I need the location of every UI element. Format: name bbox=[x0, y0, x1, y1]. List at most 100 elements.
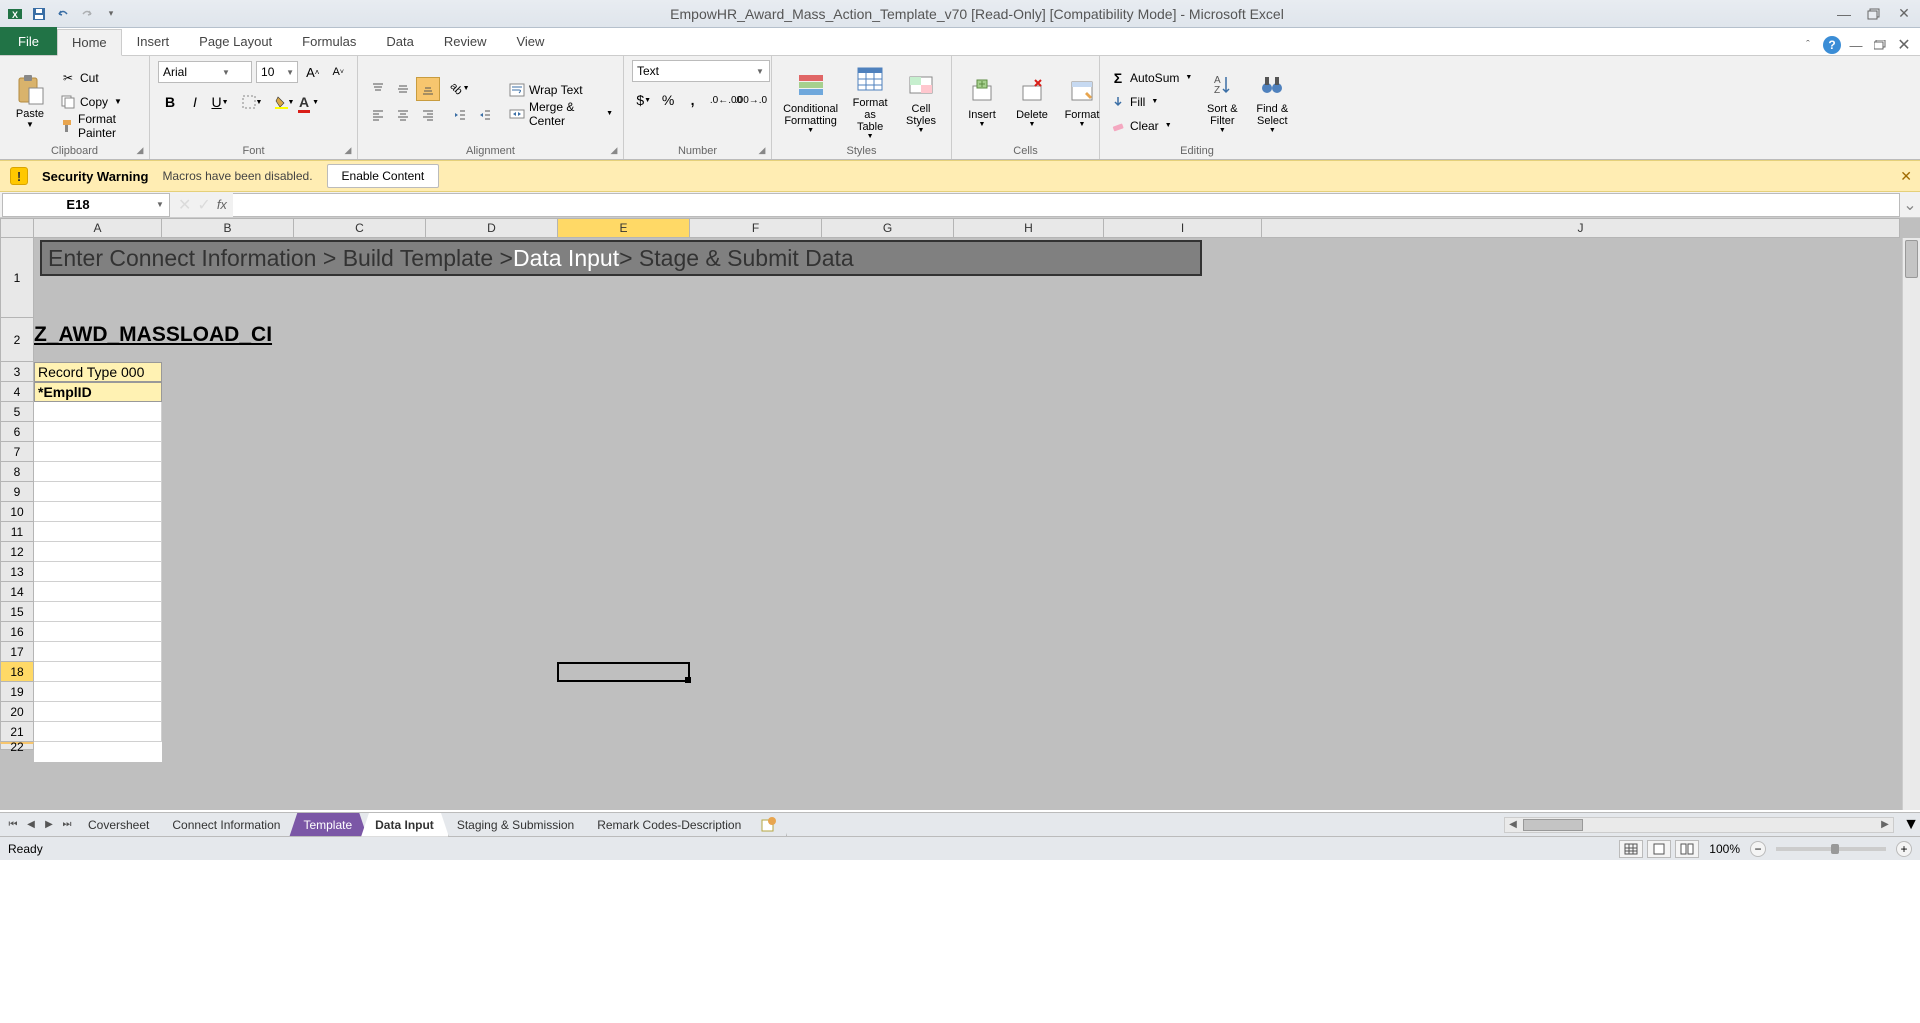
format-painter-button[interactable]: Format Painter bbox=[58, 115, 141, 137]
col-header[interactable]: A bbox=[34, 218, 162, 238]
merge-center-button[interactable]: Merge & Center▼ bbox=[507, 103, 615, 125]
redo-icon[interactable] bbox=[76, 3, 98, 25]
sheet-tab-coversheet[interactable]: Coversheet bbox=[74, 813, 164, 837]
page-break-view-button[interactable] bbox=[1675, 840, 1699, 858]
tab-insert[interactable]: Insert bbox=[122, 28, 185, 55]
tab-file[interactable]: File bbox=[0, 27, 57, 55]
expand-formula-icon[interactable]: ⌄ bbox=[1900, 195, 1920, 215]
row-header[interactable]: 17 bbox=[0, 642, 34, 662]
copy-button[interactable]: Copy▼ bbox=[58, 91, 141, 113]
cell-emplid-header[interactable]: *EmplID bbox=[34, 382, 162, 402]
row-header[interactable]: 5 bbox=[0, 402, 34, 422]
percent-button[interactable]: % bbox=[656, 88, 679, 112]
prev-sheet-icon[interactable]: ◀ bbox=[22, 816, 40, 834]
row-header[interactable]: 19 bbox=[0, 682, 34, 702]
last-sheet-icon[interactable]: ⏭ bbox=[58, 816, 76, 834]
row-header[interactable]: 2 bbox=[0, 318, 34, 362]
formula-input[interactable] bbox=[233, 193, 1900, 217]
fx-icon[interactable]: fx bbox=[217, 197, 227, 212]
zoom-in-button[interactable]: + bbox=[1896, 841, 1912, 857]
number-launcher-icon[interactable]: ◢ bbox=[755, 143, 769, 157]
tab-review[interactable]: Review bbox=[429, 28, 502, 55]
font-size-input[interactable] bbox=[257, 65, 283, 79]
row-header[interactable]: 12 bbox=[0, 542, 34, 562]
increase-indent-button[interactable] bbox=[473, 103, 497, 127]
row-header[interactable]: 13 bbox=[0, 562, 34, 582]
font-launcher-icon[interactable]: ◢ bbox=[341, 143, 355, 157]
save-icon[interactable] bbox=[28, 3, 50, 25]
decrease-indent-button[interactable] bbox=[448, 103, 472, 127]
close-security-icon[interactable]: ✕ bbox=[1900, 168, 1912, 185]
fill-handle[interactable] bbox=[685, 677, 691, 683]
select-all-corner[interactable] bbox=[0, 218, 34, 238]
cut-button[interactable]: ✂Cut bbox=[58, 67, 141, 89]
row-header[interactable]: 6 bbox=[0, 422, 34, 442]
zoom-slider[interactable] bbox=[1776, 847, 1886, 851]
row-header[interactable]: 8 bbox=[0, 462, 34, 482]
close-button[interactable]: ✕ bbox=[1892, 5, 1916, 23]
alignment-launcher-icon[interactable]: ◢ bbox=[607, 143, 621, 157]
sheet-tab-template[interactable]: Template bbox=[289, 813, 367, 837]
tab-view[interactable]: View bbox=[501, 28, 559, 55]
comma-button[interactable]: , bbox=[681, 88, 704, 112]
excel-icon[interactable]: X bbox=[4, 3, 26, 25]
col-header[interactable]: B bbox=[162, 218, 294, 238]
align-bottom-button[interactable] bbox=[416, 77, 440, 101]
font-color-button[interactable]: A▼ bbox=[297, 90, 321, 114]
row-header[interactable]: 20 bbox=[0, 702, 34, 722]
empty-column-cells[interactable] bbox=[34, 402, 162, 762]
scrollbar-thumb[interactable] bbox=[1905, 240, 1918, 278]
cell-styles-button[interactable]: Cell Styles▼ bbox=[899, 60, 943, 143]
row-header[interactable]: 9 bbox=[0, 482, 34, 502]
delete-button[interactable]: Delete▼ bbox=[1010, 60, 1054, 143]
wrap-text-button[interactable]: Wrap Text bbox=[507, 79, 615, 101]
row-header[interactable]: 22 bbox=[0, 742, 34, 750]
scroll-left-icon[interactable]: ◀ bbox=[1505, 819, 1521, 830]
col-header[interactable]: G bbox=[822, 218, 954, 238]
font-name-combo[interactable]: ▼ bbox=[158, 61, 252, 83]
zoom-out-button[interactable]: − bbox=[1750, 841, 1766, 857]
tab-formulas[interactable]: Formulas bbox=[287, 28, 371, 55]
enable-content-button[interactable]: Enable Content bbox=[327, 164, 440, 188]
first-sheet-icon[interactable]: ⏮ bbox=[4, 816, 22, 834]
fill-color-button[interactable]: ▼ bbox=[272, 90, 296, 114]
format-as-table-button[interactable]: Format as Table▼ bbox=[847, 60, 893, 143]
zoom-thumb[interactable] bbox=[1831, 844, 1839, 854]
ribbon-minimize-icon[interactable]: ˆ bbox=[1798, 35, 1818, 55]
chevron-down-icon[interactable]: ▼ bbox=[283, 68, 297, 77]
autosum-button[interactable]: ΣAutoSum▼ bbox=[1108, 67, 1194, 89]
font-name-input[interactable] bbox=[159, 65, 219, 79]
number-format-input[interactable] bbox=[633, 64, 753, 78]
row-header[interactable]: 11 bbox=[0, 522, 34, 542]
col-header[interactable]: C bbox=[294, 218, 426, 238]
align-middle-button[interactable] bbox=[391, 77, 415, 101]
restore-button[interactable] bbox=[1862, 5, 1886, 23]
help-icon[interactable]: ? bbox=[1822, 35, 1842, 55]
qat-customize-icon[interactable]: ▾ bbox=[100, 3, 122, 25]
align-top-button[interactable] bbox=[366, 77, 390, 101]
decrease-decimal-button[interactable]: .00→.0 bbox=[739, 88, 763, 112]
scrollbar-thumb[interactable] bbox=[1523, 819, 1583, 831]
col-header[interactable]: I bbox=[1104, 218, 1262, 238]
increase-font-button[interactable]: A˄ bbox=[302, 60, 323, 84]
tab-page-layout[interactable]: Page Layout bbox=[184, 28, 287, 55]
row-header[interactable]: 10 bbox=[0, 502, 34, 522]
clear-button[interactable]: Clear▼ bbox=[1108, 115, 1194, 137]
border-button[interactable]: ▼ bbox=[240, 90, 264, 114]
next-sheet-icon[interactable]: ▶ bbox=[40, 816, 58, 834]
font-size-combo[interactable]: ▼ bbox=[256, 61, 298, 83]
row-header[interactable]: 7 bbox=[0, 442, 34, 462]
sheet-tab-connect[interactable]: Connect Information bbox=[158, 813, 295, 837]
name-box-input[interactable] bbox=[3, 197, 153, 212]
col-header[interactable]: H bbox=[954, 218, 1104, 238]
cell-record-type[interactable]: Record Type 000 bbox=[34, 362, 162, 382]
insert-sheet-icon[interactable] bbox=[750, 813, 787, 837]
sheet-tab-remark[interactable]: Remark Codes-Description bbox=[583, 813, 756, 837]
decrease-font-button[interactable]: A˅ bbox=[328, 60, 349, 84]
align-right-button[interactable] bbox=[416, 103, 440, 127]
name-box[interactable]: ▼ bbox=[2, 193, 170, 217]
zoom-level[interactable]: 100% bbox=[1709, 842, 1740, 856]
tab-home[interactable]: Home bbox=[57, 29, 122, 56]
number-format-combo[interactable]: ▼ bbox=[632, 60, 770, 82]
minimize-button[interactable]: — bbox=[1832, 5, 1856, 23]
